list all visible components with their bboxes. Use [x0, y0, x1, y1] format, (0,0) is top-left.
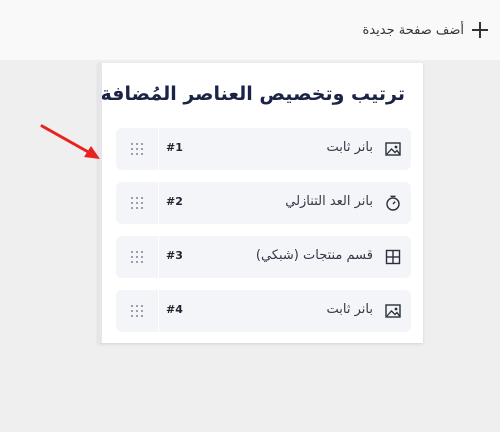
- add-page-label: أضف صفحة جديدة: [362, 22, 464, 38]
- drag-dot: [141, 153, 143, 155]
- drag-dot: [141, 197, 143, 199]
- drag-dot: [136, 305, 138, 307]
- drag-handle[interactable]: [116, 182, 159, 224]
- top-toolbar: أضف صفحة جديدة: [0, 0, 500, 60]
- image-icon: [385, 142, 401, 156]
- drag-dot: [136, 148, 138, 150]
- drag-dot: [141, 310, 143, 312]
- drag-dot: [141, 261, 143, 263]
- drag-dot: [131, 202, 133, 204]
- drag-dots-icon: [130, 196, 144, 210]
- drag-dot: [136, 153, 138, 155]
- item-label: بانر العد التنازلي: [285, 194, 373, 209]
- item-index: #4: [166, 303, 183, 316]
- drag-dot: [141, 251, 143, 253]
- item-index: #1: [166, 141, 183, 154]
- item-label: بانر ثابت: [326, 302, 373, 317]
- section-item[interactable]: #3 قسم منتجات (شبكي): [116, 236, 411, 278]
- section-item[interactable]: #2 بانر العد التنازلي: [116, 182, 411, 224]
- drag-dot: [136, 256, 138, 258]
- drag-dot: [141, 202, 143, 204]
- drag-dot: [136, 197, 138, 199]
- drag-dot: [131, 256, 133, 258]
- panel-title: ترتيب وتخصيص العناصر المُضافة: [100, 83, 405, 105]
- item-index: #2: [166, 195, 183, 208]
- drag-dot: [131, 310, 133, 312]
- drag-dot: [141, 315, 143, 317]
- drag-dot: [131, 315, 133, 317]
- item-label: بانر ثابت: [326, 140, 373, 155]
- drag-dot: [141, 143, 143, 145]
- item-index: #3: [166, 249, 183, 262]
- drag-dots-icon: [130, 304, 144, 318]
- drag-dot: [136, 261, 138, 263]
- timer-icon: [386, 195, 400, 211]
- drag-dot: [131, 305, 133, 307]
- drag-dot: [136, 251, 138, 253]
- drag-dot: [131, 148, 133, 150]
- image-icon: [385, 304, 401, 318]
- drag-dot: [136, 202, 138, 204]
- drag-dot: [131, 261, 133, 263]
- plus-icon: [472, 22, 488, 38]
- drag-dots-icon: [130, 250, 144, 264]
- drag-dot: [131, 207, 133, 209]
- section-item[interactable]: #4 بانر ثابت: [116, 290, 411, 332]
- pointer-arrow-icon: [40, 124, 100, 159]
- drag-dot: [141, 305, 143, 307]
- grid-icon: [385, 249, 401, 265]
- drag-dot: [141, 207, 143, 209]
- drag-dot: [131, 251, 133, 253]
- section-item[interactable]: #1 بانر ثابت: [116, 128, 411, 170]
- drag-dots-icon: [130, 142, 144, 156]
- add-page-button[interactable]: أضف صفحة جديدة: [363, 18, 488, 42]
- panel-edge: [98, 63, 102, 343]
- drag-dot: [136, 310, 138, 312]
- drag-handle[interactable]: [116, 128, 159, 170]
- drag-dot: [136, 143, 138, 145]
- drag-dot: [131, 143, 133, 145]
- drag-dot: [131, 197, 133, 199]
- item-label: قسم منتجات (شبكي): [255, 248, 373, 263]
- drag-dot: [141, 256, 143, 258]
- drag-handle[interactable]: [116, 236, 159, 278]
- drag-dot: [136, 207, 138, 209]
- drag-dot: [136, 315, 138, 317]
- drag-handle[interactable]: [116, 290, 159, 332]
- drag-dot: [141, 148, 143, 150]
- drag-dot: [131, 153, 133, 155]
